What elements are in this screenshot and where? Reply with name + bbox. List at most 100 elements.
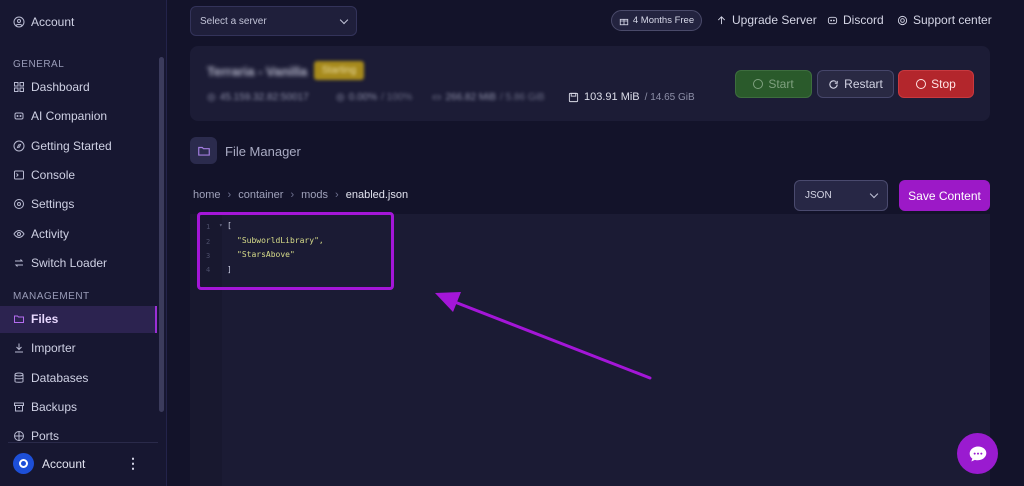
gear-icon [14,199,24,209]
upgrade-label: Upgrade Server [732,13,817,27]
status-badge: Starting [314,61,364,80]
discord-link[interactable]: Discord [827,13,884,27]
chat-bot-icon [14,112,24,120]
sidebar-item-switch-loader[interactable]: Switch Loader [13,256,107,270]
cpu-stat: ◎ 0.00% / 100% [336,92,412,103]
sidebar-item-label: Dashboard [31,80,90,94]
annotation-arrow [435,292,652,380]
memory-value: 266.82 MiB [445,92,497,103]
compass-icon [13,140,25,152]
server-select-placeholder: Select a server [200,15,267,27]
section-general: GENERAL [13,59,65,70]
user-circle-icon [13,16,25,28]
breadcrumb-mods[interactable]: mods [301,189,328,201]
upgrade-server-link[interactable]: Upgrade Server [716,13,817,27]
page-title: File Manager [225,144,301,159]
memory-stat: ▭ 266.82 MiB / 5.86 GiB [432,92,545,103]
chevron-right-icon: › [335,189,339,201]
sidebar-item-files[interactable]: Files [13,312,58,326]
account-bottom-label: Account [42,456,86,471]
server-address: ◎ 45.159.32.82:50017 [207,92,309,103]
refresh-icon [829,79,838,89]
sidebar-item-label: Files [31,312,59,326]
cpu-icon: ◎ [336,92,345,103]
memory-limit: / 5.86 GiB [500,92,545,103]
arrow-up-icon [717,15,726,24]
sidebar-item-label: Importer [31,341,76,355]
chevron-down-icon [339,15,349,24]
sidebar-item-importer[interactable]: Importer [13,341,76,355]
chevron-right-icon: › [290,189,295,201]
sidebar-item-ai-companion[interactable]: AI Companion [13,109,107,123]
database-icon [14,372,24,383]
sidebar-item-activity[interactable]: Activity [13,227,69,241]
address-value: 45.159.32.82:50017 [219,92,309,103]
sidebar-item-databases[interactable]: Databases [13,371,88,385]
promo-label: 4 Months Free [632,15,695,26]
sidebar-item-settings[interactable]: Settings [13,197,74,211]
sidebar-item-dashboard[interactable]: Dashboard [13,80,90,94]
sidebar-item-label: Backups [31,400,78,414]
start-label: Start [768,77,794,91]
sidebar-divider [8,442,158,443]
globe-icon: ◎ [207,92,216,103]
account-top-link[interactable]: Account [13,15,74,29]
stop-label: Stop [931,77,956,91]
breadcrumb-current-file: enabled.json [345,189,409,201]
promo-badge[interactable]: 4 Months Free [611,10,702,31]
lifebuoy-icon [897,15,908,25]
support-label: Support center [913,13,992,27]
memory-icon: ▭ [432,92,442,103]
chat-bubble-icon [969,446,986,461]
sidebar-item-label: Activity [31,227,70,241]
discord-label: Discord [843,13,884,27]
language-select[interactable]: JSON [794,180,888,211]
sidebar-item-console[interactable]: Console [13,168,75,182]
more-options-icon[interactable]: ⋮ [126,455,140,472]
chevron-right-icon: › [227,189,232,201]
chevron-down-icon [869,189,879,199]
terminal-icon [14,170,24,180]
chat-widget-button[interactable] [957,433,998,474]
sidebar-item-label: Getting Started [31,139,112,153]
disk-value: 103.91 MiB [584,91,640,103]
start-button[interactable]: Start [735,70,812,98]
sidebar-item-label: Ports [31,429,60,443]
server-select[interactable]: Select a server [190,6,357,36]
breadcrumb: home › container › mods › enabled.json [193,189,408,201]
save-disk-icon [568,92,579,102]
file-manager-icon [190,137,217,164]
play-icon [753,79,764,89]
account-bottom[interactable]: Account [13,453,85,474]
switch-icon [14,259,24,267]
grid-icon [14,82,24,92]
disk-stat: 103.91 MiB / 14.65 GiB [568,91,695,103]
sidebar: Account GENERAL Dashboard AI Companion G… [0,0,167,486]
sidebar-item-label: Settings [31,197,75,211]
server-card: Terraria - Vanilla Starting ◎ 45.159.32.… [190,46,990,121]
annotation-highlight-box [197,212,394,290]
breadcrumb-container[interactable]: container [238,189,283,201]
sidebar-item-ports[interactable]: Ports [13,429,59,443]
breadcrumb-home[interactable]: home [193,189,221,201]
stop-button[interactable]: Stop [898,70,974,98]
sidebar-item-getting-started[interactable]: Getting Started [13,139,112,153]
avatar [13,453,34,474]
save-content-button[interactable]: Save Content [899,180,990,211]
download-icon [15,343,23,353]
cpu-value: 0.00% [348,92,378,103]
sidebar-item-backups[interactable]: Backups [13,400,77,414]
language-value: JSON [805,190,832,201]
sidebar-item-label: Switch Loader [31,256,108,270]
support-center-link[interactable]: Support center [897,13,992,27]
section-management: MANAGEMENT [13,291,90,302]
stop-icon [916,79,927,89]
account-top-label: Account [31,15,75,29]
gift-icon [619,18,629,25]
server-name: Terraria - Vanilla [207,64,308,79]
discord-icon [827,16,838,24]
eye-icon [13,229,25,239]
restart-label: Restart [844,77,883,91]
sidebar-scrollbar[interactable] [159,57,164,412]
restart-button[interactable]: Restart [817,70,894,98]
